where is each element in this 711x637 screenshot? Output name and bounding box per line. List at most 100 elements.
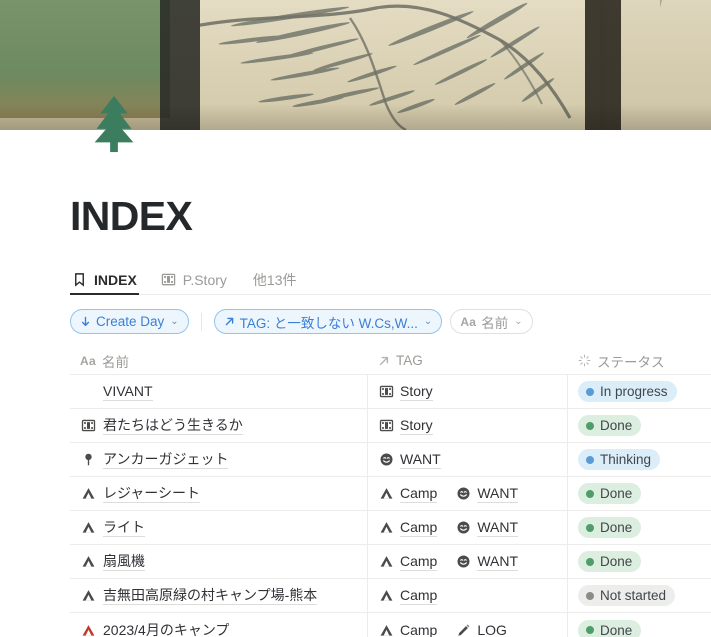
cell-status[interactable]: Not started [568, 579, 711, 612]
page-title: INDEX [70, 193, 193, 239]
filter-divider [200, 312, 202, 331]
tag-item[interactable]: Camp [378, 552, 438, 572]
cell-name[interactable]: アンカーガジェット [70, 443, 368, 477]
table-header-row: Aa 名前 TAG ステータス [70, 347, 711, 376]
arrow-up-right-icon [224, 316, 235, 327]
cell-name[interactable]: ライト [70, 511, 368, 545]
tent-icon [80, 588, 97, 603]
cell-status[interactable]: In progress [568, 375, 711, 408]
page-content: INDEX INDEX P.Story 他13件 Create Day ⌄ TA… [0, 193, 711, 637]
cell-tag[interactable]: Camp WANT [368, 477, 568, 511]
cell-status[interactable]: Done [568, 511, 711, 544]
tag-item[interactable]: WANT [455, 552, 519, 572]
cell-name[interactable]: VIVANT [70, 375, 368, 409]
tag-label[interactable]: Camp [400, 621, 437, 637]
cell-status[interactable]: Done [568, 477, 711, 510]
red-triangle-icon [80, 623, 97, 637]
cell-tag[interactable]: Story [368, 375, 568, 409]
tag-label[interactable]: Camp [400, 484, 438, 504]
cell-name[interactable]: レジャーシート [70, 477, 368, 511]
tab-index[interactable]: INDEX [70, 265, 147, 296]
tag-item[interactable]: Story [378, 382, 433, 402]
row-name-link[interactable]: 吉無田高原緑の村キャンプ場-熊本 [103, 586, 318, 606]
row-name-link[interactable]: ライト [103, 518, 145, 538]
tab-p-story[interactable]: P.Story [159, 265, 237, 295]
cell-status[interactable]: Thinking [568, 443, 711, 476]
tag-label[interactable]: WANT [477, 552, 519, 572]
cell-status[interactable]: Done [568, 613, 711, 637]
tag-item[interactable]: WANT [455, 484, 519, 504]
tent-icon [80, 520, 97, 535]
filter-name-pill[interactable]: Aa 名前 ⌄ [450, 309, 533, 335]
table-row[interactable]: アンカーガジェット WANT Thinking [70, 443, 711, 478]
cell-status[interactable]: Done [568, 545, 711, 578]
cell-name[interactable]: 2023/4月のキャンプ [70, 613, 368, 637]
table-row[interactable]: 2023/4月のキャンプ Camp LOG Done [70, 613, 711, 637]
tag-item[interactable]: LOG [455, 621, 507, 637]
cell-tag[interactable]: Camp WANT [368, 511, 568, 545]
tent-icon [378, 588, 395, 603]
row-name-link[interactable]: 君たちはどう生きるか [103, 416, 243, 436]
evergreen-tree-icon[interactable] [83, 92, 145, 154]
tag-label[interactable]: Story [400, 382, 433, 402]
table-row[interactable]: レジャーシート Camp WANT Done [70, 477, 711, 512]
row-name-link[interactable]: 2023/4月のキャンプ [103, 621, 229, 637]
cell-tag[interactable]: Camp [368, 579, 568, 613]
tag-item[interactable]: Camp [378, 484, 438, 504]
table-row[interactable]: 君たちはどう生きるか Story Done [70, 409, 711, 444]
tag-label[interactable]: WANT [477, 518, 519, 538]
column-header-tag[interactable]: TAG [368, 347, 568, 374]
cell-status[interactable]: Done [568, 409, 711, 442]
tag-item[interactable]: WANT [378, 450, 441, 470]
cell-name[interactable]: 扇風機 [70, 545, 368, 579]
tag-label[interactable]: LOG [477, 621, 507, 637]
row-name-link[interactable]: アンカーガジェット [103, 450, 229, 470]
status-badge[interactable]: Done [578, 619, 642, 637]
tabs-more-button[interactable]: 他13件 [249, 265, 301, 295]
tag-label[interactable]: Story [400, 416, 433, 436]
table-row[interactable]: 吉無田高原緑の村キャンプ場-熊本 Camp Not started [70, 579, 711, 614]
cell-tag[interactable]: Camp WANT [368, 545, 568, 579]
cell-name[interactable]: 君たちはどう生きるか [70, 409, 368, 443]
tag-item[interactable]: Camp [378, 586, 438, 606]
status-dot [586, 455, 594, 464]
tag-label[interactable]: WANT [477, 484, 519, 504]
sort-create-day-label: Create Day [96, 314, 165, 330]
tag-item[interactable]: Camp [378, 518, 438, 538]
cell-tag[interactable]: Camp LOG [368, 613, 568, 637]
table-row[interactable]: ライト Camp WANT Done [70, 511, 711, 546]
chevron-down-icon: ⌄ [423, 316, 433, 328]
status-badge[interactable]: Done [578, 415, 642, 437]
tag-label[interactable]: Camp [400, 518, 438, 538]
status-badge[interactable]: Done [578, 517, 642, 539]
table-row[interactable]: 扇風機 Camp WANT Done [70, 545, 711, 580]
status-badge[interactable]: Done [578, 551, 642, 573]
column-header-status-label: ステータス [597, 354, 665, 370]
tag-item[interactable]: Story [378, 416, 433, 436]
tag-item[interactable]: WANT [455, 518, 519, 538]
cell-tag[interactable]: Story [368, 409, 568, 443]
status-badge[interactable]: Done [578, 483, 642, 505]
sort-create-day-pill[interactable]: Create Day ⌄ [70, 309, 189, 335]
row-name-link[interactable]: レジャーシート [103, 484, 201, 504]
tab-index-label: INDEX [94, 272, 137, 289]
status-badge[interactable]: Thinking [578, 449, 661, 471]
row-name-link[interactable]: 扇風機 [103, 552, 145, 572]
column-header-status[interactable]: ステータス [568, 347, 711, 374]
cell-name[interactable]: 吉無田高原緑の村キャンプ場-熊本 [70, 579, 368, 613]
column-header-name[interactable]: Aa 名前 [70, 347, 368, 374]
column-header-name-label: 名前 [101, 354, 129, 370]
tag-label[interactable]: Camp [400, 586, 438, 606]
tag-item[interactable]: Camp [378, 621, 437, 637]
tag-label[interactable]: Camp [400, 552, 438, 572]
status-label: In progress [600, 384, 668, 400]
tent-icon [378, 623, 395, 637]
status-badge[interactable]: In progress [578, 381, 677, 403]
table-row[interactable]: VIVANT Story In progress [70, 375, 711, 410]
sparkle-icon [578, 354, 591, 367]
filter-tag-pill[interactable]: TAG: と一致しない W.Cs,W... ⌄ [213, 309, 443, 335]
tag-label[interactable]: WANT [400, 450, 441, 470]
status-badge[interactable]: Not started [578, 585, 676, 607]
row-name-link[interactable]: VIVANT [103, 382, 153, 402]
cell-tag[interactable]: WANT [368, 443, 568, 477]
